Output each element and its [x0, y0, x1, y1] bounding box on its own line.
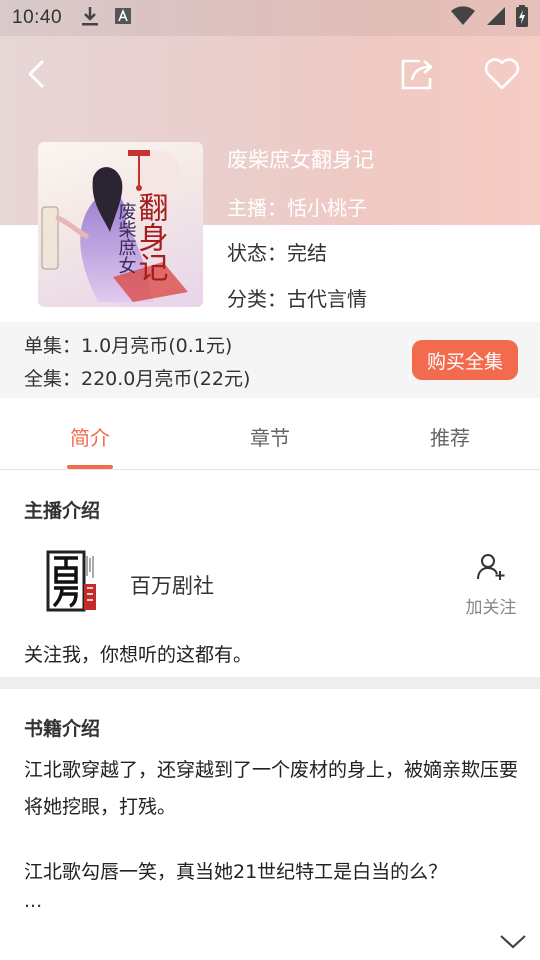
heart-icon [484, 58, 520, 90]
follow-button[interactable]: 加关注 [458, 552, 524, 618]
tab-intro[interactable]: 简介 [0, 400, 180, 470]
intro-paragraph-1: 江北歌穿越了，还穿越到了一个废材的身上，被嫡亲欺压要将她挖眼，打残。 [24, 759, 519, 818]
download-icon [80, 5, 100, 31]
favorite-button[interactable] [482, 54, 522, 94]
price-box: 单集：1.0月亮币(0.1元) 全集：220.0月亮币(22元) 购买全集 [0, 322, 540, 398]
host-label: 主播： [227, 196, 287, 220]
status-bar: 10:40 [0, 0, 540, 36]
chevron-down-icon [500, 935, 526, 949]
cover-title-text: 翻身记 [133, 192, 168, 282]
cover-subtitle-text: 废柴庶女 [116, 202, 137, 274]
active-tab-indicator [67, 465, 113, 469]
host-description: 关注我，你想听的这都有。 [24, 644, 253, 666]
buy-all-button[interactable]: 购买全集 [412, 340, 518, 380]
back-button[interactable] [20, 56, 56, 92]
cover-illustration: 翻身记 废柴庶女 [41, 150, 188, 302]
expand-button[interactable] [498, 930, 528, 954]
intro-ellipsis: ... [24, 890, 43, 912]
share-icon [401, 59, 433, 90]
signal-icon [486, 6, 506, 30]
tab-chapters[interactable]: 章节 [180, 400, 360, 470]
font-a-icon [114, 7, 132, 29]
top-nav [0, 44, 540, 104]
host-line: 主播：恬小桃子 [227, 192, 367, 221]
wifi-icon [450, 6, 476, 30]
status-time: 10:40 [12, 7, 63, 28]
category-value: 古代言情 [287, 287, 367, 311]
category-label: 分类： [227, 287, 287, 311]
full-price: 全集：220.0月亮币(22元) [24, 368, 251, 390]
host-avatar[interactable] [46, 548, 98, 612]
status-label: 状态： [227, 241, 287, 265]
section-divider [0, 677, 540, 689]
add-user-icon [477, 554, 505, 580]
host-logo-icon [46, 550, 96, 612]
intro-paragraph-2: 江北歌勾唇一笑，真当她21世纪特工是白当的么？ [24, 861, 448, 883]
status-line: 状态：完结 [227, 237, 327, 266]
host-name: 百万剧社 [130, 574, 214, 598]
back-arrow-icon [28, 60, 44, 88]
tab-recommend[interactable]: 推荐 [360, 400, 540, 470]
single-price: 单集：1.0月亮币(0.1元) [24, 335, 233, 357]
host-section-title: 主播介绍 [24, 500, 101, 522]
battery-icon [516, 5, 528, 31]
book-section-title: 书籍介绍 [24, 718, 101, 740]
share-button[interactable] [398, 54, 438, 94]
book-cover[interactable]: 翻身记 废柴庶女 [38, 142, 203, 307]
tab-bar: 简介 章节 推荐 [0, 400, 540, 470]
book-title: 废柴庶女翻身记 [227, 148, 374, 172]
host-value: 恬小桃子 [287, 196, 367, 220]
status-value: 完结 [287, 241, 327, 265]
follow-label: 加关注 [465, 598, 517, 618]
category-line: 分类：古代言情 [227, 283, 367, 312]
